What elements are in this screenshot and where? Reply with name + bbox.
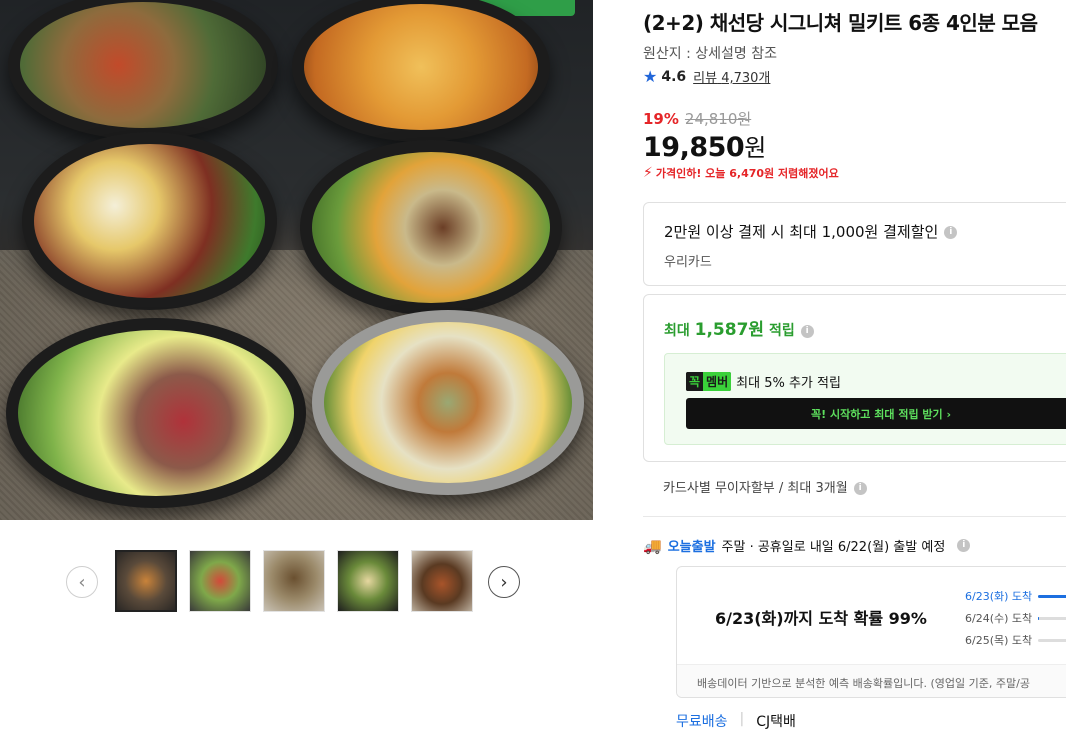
info-icon[interactable]: i: [800, 324, 814, 338]
membership-promo: 꼭 멤버 최대 5% 추가 적립 꼭! 시작하고 최대 적립 받기 ›: [664, 353, 1066, 445]
card-name: 우리카드: [664, 255, 712, 270]
pot-meatball: [312, 310, 584, 495]
review-count: 4,730개: [721, 71, 771, 86]
review-label: 리뷰: [693, 71, 718, 86]
star-icon: ★: [643, 67, 658, 86]
sale-price: 19,850원: [643, 128, 766, 163]
discount-rate: 19%: [643, 110, 679, 128]
arrival-options: 6/23(화) 도착 6/24(수) 도착 6/25(목) 도착: [965, 585, 1066, 651]
thumbnail-1[interactable]: [115, 550, 177, 612]
pot-shabu: [22, 132, 277, 310]
shipping-row: 🚚 오늘출발 주말 · 공휴일로 내일 6/22(월) 출발 예정 i: [643, 536, 971, 555]
thumbnail-2[interactable]: [189, 550, 251, 612]
thumbnail-3[interactable]: [263, 550, 325, 612]
thumbnail-strip: ‹ ›: [66, 550, 521, 612]
installment-text: 카드사별 무이자할부 / 최대 3개월: [663, 481, 848, 496]
rating-row: ★ 4.6 리뷰 4,730개: [643, 67, 770, 86]
arrival-option: 6/25(목) 도착: [965, 629, 1066, 651]
divider: [643, 516, 1066, 517]
installment-info: 카드사별 무이자할부 / 최대 3개월 i: [663, 477, 867, 496]
reward-box: 최대 1,587원 적립 i 꼭 멤버 최대 5% 추가 적립 꼭! 시작하고 최대…: [643, 294, 1066, 462]
membership-logo-b: 멤버: [703, 372, 732, 391]
thumbnail-4[interactable]: [337, 550, 399, 612]
sale-price-unit: 원: [744, 134, 766, 162]
free-shipping-label[interactable]: 무료배송: [676, 711, 728, 731]
discount-row: 19% 24,810원: [643, 108, 751, 129]
card-benefit-text: 2만원 이상 결제 시 최대 1,000원 결제할인: [664, 223, 939, 241]
membership-row: 꼭 멤버 최대 5% 추가 적립: [686, 372, 841, 391]
arrival-option-label: 6/25(목) 도착: [965, 634, 1033, 647]
shipping-badge: 오늘출발: [667, 540, 716, 555]
info-icon[interactable]: i: [944, 226, 958, 239]
thumbnail-5[interactable]: [411, 550, 473, 612]
product-info-panel: (2+2) 채선당 시그니쳐 밀키트 6종 4인분 모음 원산지 : 상세설명 …: [643, 0, 1066, 740]
arrival-option-label: 6/24(수) 도착: [965, 612, 1033, 625]
product-title: (2+2) 채선당 시그니쳐 밀키트 6종 4인분 모음: [643, 11, 1038, 35]
thumbnail-prev-button[interactable]: ‹: [66, 566, 98, 598]
card-benefit-headline: 2만원 이상 결제 시 최대 1,000원 결제할인 i: [664, 221, 958, 242]
info-icon[interactable]: i: [957, 539, 971, 552]
review-link[interactable]: 리뷰 4,730개: [693, 67, 770, 86]
arrival-note: 배송데이터 기반으로 분석한 예측 배송확률입니다. (영업일 기준, 주말/공: [677, 664, 1066, 697]
arrival-option: 6/23(화) 도착: [965, 585, 1066, 607]
membership-cta-button[interactable]: 꼭! 시작하고 최대 적립 받기 ›: [686, 398, 1066, 429]
delivery-row: 무료배송 | CJ택배: [676, 711, 796, 731]
membership-logo-a: 꼭: [686, 372, 704, 391]
arrival-probability-bar: [1038, 616, 1066, 620]
reward-title: 최대 1,587원 적립 i: [664, 315, 814, 340]
reward-prefix: 최대: [664, 323, 690, 339]
price-drop-text: 가격인하! 오늘 6,470원 저렴해졌어요: [655, 167, 839, 180]
arrival-probability-bar: [1038, 638, 1066, 642]
arrival-headline: 6/23(화)까지 도착 확률 99%: [715, 609, 927, 628]
arrival-option-label: 6/23(화) 도착: [965, 590, 1033, 603]
carrier-name: CJ택배: [756, 714, 796, 730]
membership-logo: 꼭 멤버: [686, 372, 732, 391]
main-product-image[interactable]: [0, 0, 593, 520]
truck-icon: 🚚: [643, 536, 662, 555]
pot-beef-cabbage: [6, 318, 306, 508]
chevron-left-icon: ‹: [78, 571, 86, 593]
card-benefit-box: 2만원 이상 결제 시 최대 1,000원 결제할인 i 우리카드: [643, 202, 1066, 286]
origin-info: 원산지 : 상세설명 참조: [643, 46, 777, 62]
sale-price-value: 19,850: [643, 132, 745, 163]
shipping-notice: 주말 · 공휴일로 내일 6/22(월) 출발 예정: [721, 540, 946, 555]
price-drop-notice: ⚡ 가격인하! 오늘 6,470원 저렴해졌어요: [643, 165, 839, 181]
thumbnail-next-button[interactable]: ›: [488, 566, 520, 598]
pot-mushroom: [300, 140, 562, 315]
separator: |: [739, 711, 745, 727]
lightning-icon: ⚡: [643, 165, 653, 181]
chevron-right-icon: ›: [500, 571, 508, 593]
info-icon[interactable]: i: [853, 482, 867, 495]
arrival-option: 6/24(수) 도착: [965, 607, 1066, 629]
membership-text: 최대 5% 추가 적립: [736, 376, 841, 391]
original-price: 24,810원: [684, 110, 752, 128]
reward-suffix: 적립: [768, 323, 795, 339]
reward-amount: 1,587원: [694, 320, 765, 340]
arrival-estimate-box: 6/23(화)까지 도착 확률 99% 6/23(화) 도착 6/24(수) 도…: [676, 566, 1066, 698]
arrival-probability-bar: [1038, 594, 1066, 598]
rating-score: 4.6: [661, 68, 687, 85]
